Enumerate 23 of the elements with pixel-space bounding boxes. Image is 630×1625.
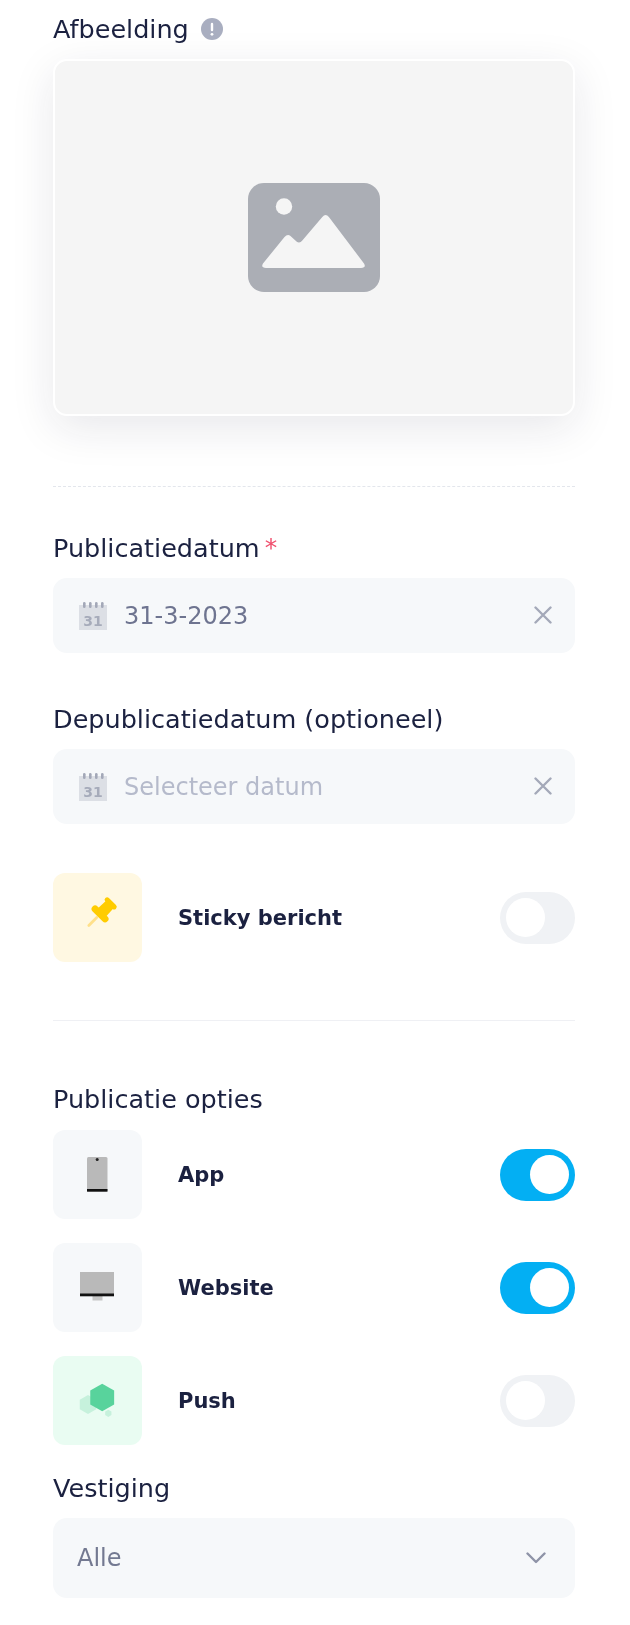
close-icon[interactable] <box>534 777 552 795</box>
option-label: Website <box>178 1275 274 1300</box>
pushpin-icon <box>53 873 142 962</box>
image-upload-area[interactable] <box>53 59 575 416</box>
monitor-icon <box>53 1243 142 1332</box>
field-label: Vestiging <box>53 1473 171 1503</box>
smartphone-icon <box>53 1130 142 1219</box>
option-label: Sticky bericht <box>178 905 343 930</box>
option-label: App <box>178 1162 225 1187</box>
field-label: Depublicatiedatum (optioneel) <box>53 704 444 734</box>
close-icon[interactable] <box>534 606 552 624</box>
hexagons-icon <box>53 1356 142 1445</box>
chevron-down-icon <box>526 1552 546 1564</box>
toggle-switch[interactable] <box>500 1148 575 1201</box>
required-mark: * <box>264 533 278 563</box>
field-label: Publicatiedatum <box>53 533 260 563</box>
location-select[interactable]: Alle <box>53 1518 575 1598</box>
option-label: Push <box>178 1388 236 1413</box>
image-icon <box>248 183 380 292</box>
field-label: Afbeelding <box>53 14 189 44</box>
toggle-switch[interactable] <box>500 1261 575 1314</box>
info-icon <box>200 18 223 40</box>
section-title: Publicatie opties <box>53 1084 263 1114</box>
